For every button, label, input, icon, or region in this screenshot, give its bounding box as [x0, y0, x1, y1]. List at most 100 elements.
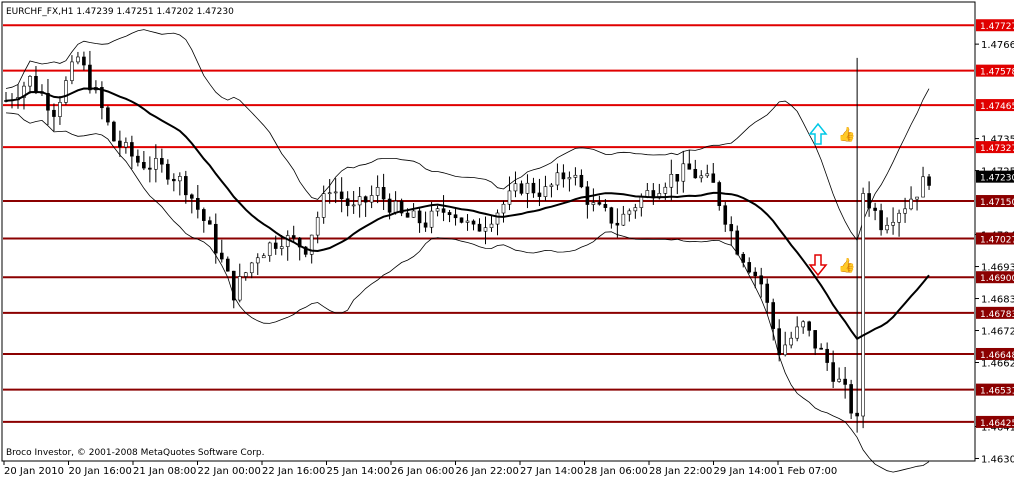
- candle-body: [76, 56, 80, 63]
- candle-body: [759, 275, 764, 285]
- level-tag-label: 1.47327: [980, 144, 1014, 154]
- candle-body: [741, 253, 746, 263]
- candle-body: [471, 220, 476, 225]
- candle-body: [363, 196, 368, 203]
- candle-body: [184, 176, 188, 196]
- current-price-label: 1.47230: [980, 174, 1014, 184]
- candle-body: [124, 142, 128, 148]
- candle-body: [525, 182, 530, 194]
- x-tick-label: 22 Jan 16:00: [262, 466, 325, 477]
- x-tick-label: 22 Jan 00:00: [198, 466, 261, 477]
- price-chart[interactable]: 👍👍 1.476651.473551.472501.470401.469351.…: [0, 0, 1014, 479]
- candle-body: [891, 221, 895, 226]
- candle-body: [154, 158, 158, 170]
- candle-body: [561, 172, 566, 180]
- candle-body: [423, 222, 428, 228]
- candle-body: [669, 174, 674, 188]
- candle-body: [393, 200, 398, 213]
- candle-body: [70, 61, 74, 81]
- candle-body: [315, 217, 320, 236]
- candle-body: [88, 64, 92, 91]
- candle-body: [531, 182, 536, 194]
- candle-body: [279, 246, 284, 249]
- x-tick-label: 28 Jan 22:00: [649, 466, 712, 477]
- chart-title: EURCHF_FX,H1 1.47239 1.47251 1.47202 1.4…: [6, 7, 234, 17]
- candle-body: [82, 56, 86, 66]
- candle-body: [639, 196, 644, 208]
- candle-body: [64, 80, 68, 103]
- candle-body: [597, 202, 602, 205]
- candle-body: [441, 208, 446, 213]
- candle-body: [717, 182, 722, 206]
- candle-body: [429, 210, 434, 228]
- candle-body: [645, 190, 650, 198]
- candle-body: [459, 217, 464, 223]
- x-tick-label: 1 Feb 07:00: [778, 466, 837, 477]
- candle-body: [321, 193, 326, 218]
- thumbs-up-icon: 👍: [838, 257, 855, 274]
- candle-body: [112, 121, 116, 142]
- candle-body: [927, 176, 931, 186]
- candle-body: [549, 184, 554, 187]
- candle-body: [555, 172, 560, 186]
- candle-body: [249, 262, 254, 274]
- candle-body: [873, 207, 877, 211]
- x-tick-label: 25 Jan 14:00: [327, 466, 390, 477]
- candle-body: [219, 252, 224, 260]
- candle-body: [609, 207, 614, 224]
- candle-body: [603, 203, 608, 208]
- level-tag-label: 1.47027: [980, 236, 1014, 246]
- candle-body: [136, 155, 140, 163]
- candle-body: [142, 162, 146, 169]
- candle-body: [417, 210, 422, 224]
- candle-body: [831, 362, 835, 382]
- candle-body: [243, 272, 248, 277]
- candle-body: [693, 168, 698, 179]
- candle-body: [58, 102, 62, 117]
- candle-body: [190, 194, 194, 199]
- candle-body: [166, 163, 170, 180]
- candle-body: [34, 75, 38, 92]
- candle-body: [118, 140, 122, 148]
- candle-body: [387, 198, 392, 213]
- candle-body: [196, 198, 200, 210]
- candle-body: [885, 224, 889, 231]
- candle-body: [375, 187, 380, 196]
- candle-body: [849, 384, 853, 414]
- candle-body: [507, 190, 512, 205]
- candle-body: [579, 174, 584, 188]
- candle-body: [777, 328, 782, 356]
- level-tag-label: 1.46900: [980, 274, 1014, 284]
- candle-body: [267, 242, 272, 256]
- candle-body: [333, 191, 338, 194]
- x-tick-label: 21 Jan 08:00: [133, 466, 196, 477]
- candle-body: [855, 412, 859, 417]
- candle-body: [723, 205, 728, 225]
- candle-body: [411, 210, 416, 218]
- candle-body: [807, 321, 811, 331]
- candle-body: [339, 191, 344, 200]
- x-tick-label: 27 Jan 14:00: [520, 466, 583, 477]
- candle-body: [106, 107, 110, 123]
- candle-body: [537, 192, 542, 197]
- candle-body: [747, 262, 752, 273]
- candle-body: [148, 167, 152, 170]
- thumbs-up-icon: 👍: [838, 126, 855, 143]
- x-tick-label: 26 Jan 22:00: [456, 466, 519, 477]
- level-tag-label: 1.46531: [980, 387, 1014, 397]
- candle-body: [519, 183, 524, 194]
- candle-body: [261, 255, 266, 259]
- candle-body: [615, 222, 620, 226]
- candle-body: [705, 173, 710, 177]
- candle-body: [915, 196, 919, 200]
- candle-body: [207, 220, 212, 225]
- candle-body: [369, 195, 374, 203]
- candle-body: [225, 258, 230, 272]
- copyright-text: Broco Investor, © 2001-2008 MetaQuotes S…: [6, 448, 265, 458]
- y-tick-label: 1.47665: [981, 40, 1014, 51]
- x-tick-label: 20 Jan 16:00: [69, 466, 132, 477]
- candle-body: [178, 176, 182, 182]
- candle-body: [381, 187, 386, 200]
- candle-body: [825, 348, 829, 363]
- candle-body: [501, 203, 506, 214]
